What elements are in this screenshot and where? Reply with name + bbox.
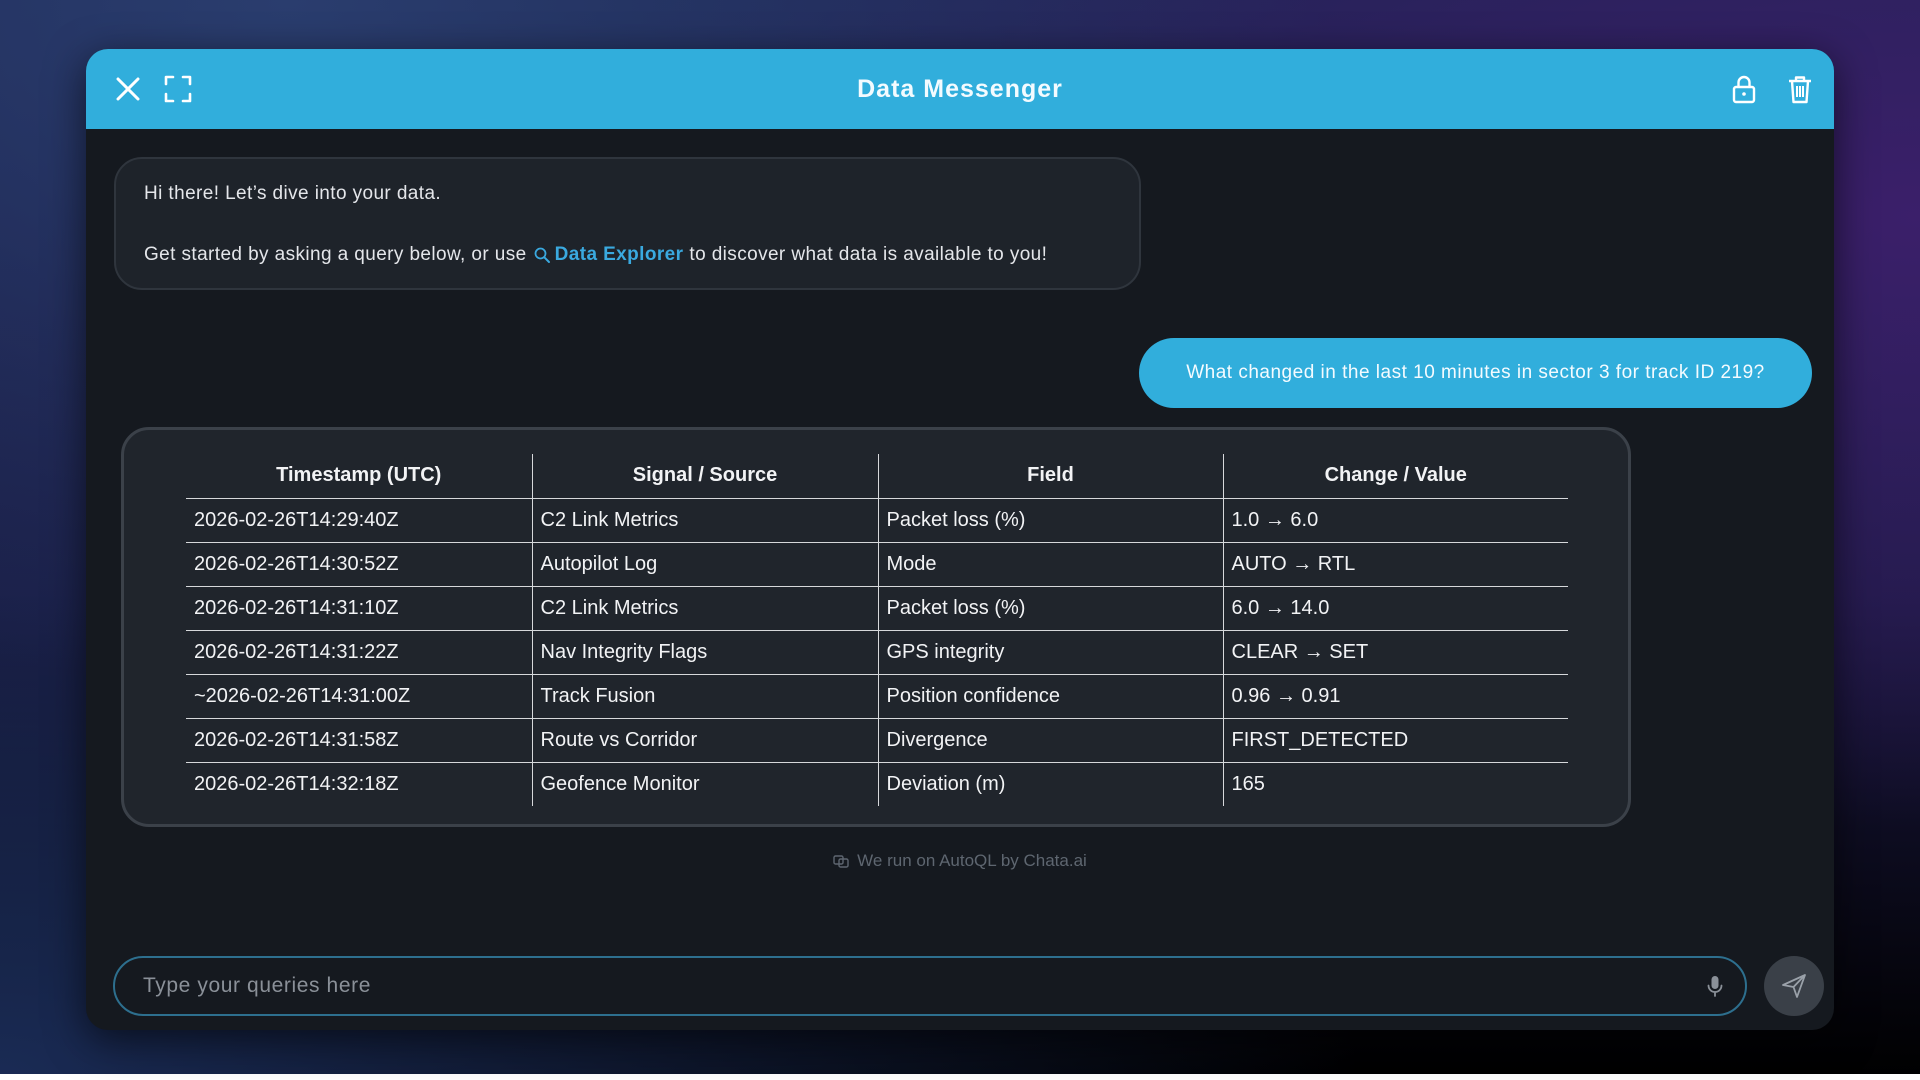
- cell-signal-source: C2 Link Metrics: [531, 586, 878, 631]
- powered-by-text: We run on AutoQL by Chata.ai: [857, 851, 1087, 870]
- cell-timestamp: 2026-02-26T14:31:58Z: [186, 718, 532, 763]
- column-header-timestamp[interactable]: Timestamp (UTC): [186, 454, 532, 499]
- cell-change-value: AUTO → RTL: [1222, 542, 1568, 587]
- welcome-instructions: Get started by asking a query below, or …: [144, 244, 1111, 266]
- user-query-message: What changed in the last 10 minutes in s…: [1139, 338, 1812, 408]
- welcome-prefix-text: Get started by asking a query below, or …: [144, 244, 527, 265]
- response-table-card: Timestamp (UTC) Signal / Source Field Ch…: [121, 427, 1631, 827]
- fullscreen-button[interactable]: [158, 69, 198, 109]
- cell-change-value: 165: [1222, 762, 1568, 806]
- query-input[interactable]: [115, 958, 1685, 1014]
- lock-icon: [1732, 75, 1756, 104]
- lock-button[interactable]: [1724, 69, 1764, 109]
- autoql-logo-icon: [833, 855, 849, 868]
- cell-field: Packet loss (%): [877, 498, 1223, 543]
- cell-timestamp: 2026-02-26T14:29:40Z: [186, 498, 532, 543]
- powered-by-footer: We run on AutoQL by Chata.ai: [86, 851, 1834, 871]
- table-row: ~2026-02-26T14:31:00Z Track Fusion Posit…: [186, 674, 1568, 719]
- data-explorer-link[interactable]: Data Explorer: [533, 244, 684, 266]
- trash-icon: [1789, 76, 1811, 104]
- cell-change-value: 0.96 → 0.91: [1222, 674, 1568, 719]
- cell-signal-source: Route vs Corridor: [531, 718, 878, 763]
- data-explorer-label: Data Explorer: [554, 244, 684, 265]
- cell-timestamp: 2026-02-26T14:30:52Z: [186, 542, 532, 587]
- table-row: 2026-02-26T14:30:52Z Autopilot Log Mode …: [186, 542, 1568, 587]
- cell-signal-source: Autopilot Log: [531, 542, 878, 587]
- cell-signal-source: Nav Integrity Flags: [531, 630, 878, 675]
- cell-change-value: 6.0 → 14.0: [1222, 586, 1568, 631]
- cell-timestamp: 2026-02-26T14:31:10Z: [186, 586, 532, 631]
- bottom-edge-strip: [0, 1074, 1920, 1080]
- search-icon: [534, 247, 550, 263]
- table-row: 2026-02-26T14:32:18Z Geofence Monitor De…: [186, 762, 1568, 806]
- send-icon: [1782, 974, 1806, 998]
- microphone-icon: [1707, 976, 1723, 997]
- window-title: Data Messenger: [857, 74, 1063, 103]
- send-button[interactable]: [1764, 956, 1824, 1016]
- table-row: 2026-02-26T14:29:40Z C2 Link Metrics Pac…: [186, 498, 1568, 543]
- table-row: 2026-02-26T14:31:58Z Route vs Corridor D…: [186, 718, 1568, 763]
- title-bar: Data Messenger: [86, 49, 1834, 129]
- column-header-signal-source[interactable]: Signal / Source: [531, 454, 878, 499]
- changes-table: Timestamp (UTC) Signal / Source Field Ch…: [186, 454, 1568, 806]
- table-header-row: Timestamp (UTC) Signal / Source Field Ch…: [186, 454, 1568, 499]
- user-query-text: What changed in the last 10 minutes in s…: [1186, 362, 1765, 383]
- welcome-greeting: Hi there! Let’s dive into your data.: [144, 183, 442, 204]
- cell-timestamp: 2026-02-26T14:32:18Z: [194, 772, 399, 795]
- cell-change-value: 1.0 → 6.0: [1222, 498, 1568, 543]
- cell-signal-source: C2 Link Metrics: [531, 498, 878, 543]
- cell-signal-source: Track Fusion: [531, 674, 878, 719]
- cell-field: Mode: [877, 542, 1223, 587]
- cell-timestamp: 2026-02-26T14:31:22Z: [186, 630, 532, 675]
- close-button[interactable]: [108, 69, 148, 109]
- welcome-suffix-text: to discover what data is available to yo…: [689, 244, 1048, 265]
- close-icon: [116, 77, 140, 101]
- data-messenger-window: Data Messenger Hi there! Let’s dive into…: [86, 49, 1834, 1030]
- cell-signal-source: Geofence Monitor: [531, 762, 878, 806]
- cell-field: Divergence: [877, 718, 1223, 763]
- clear-chat-button[interactable]: [1780, 69, 1820, 109]
- table-row: 2026-02-26T14:31:10Z C2 Link Metrics Pac…: [186, 586, 1568, 631]
- cell-change-value: FIRST_DETECTED: [1222, 718, 1568, 763]
- column-header-field[interactable]: Field: [877, 454, 1223, 499]
- fullscreen-icon: [164, 75, 192, 103]
- column-header-change-value[interactable]: Change / Value: [1222, 454, 1568, 499]
- cell-timestamp: ~2026-02-26T14:31:00Z: [186, 674, 532, 719]
- cell-field: GPS integrity: [877, 630, 1223, 675]
- cell-change-value: CLEAR → SET: [1222, 630, 1568, 675]
- bot-welcome-message: Hi there! Let’s dive into your data. Get…: [114, 157, 1141, 290]
- cell-field: Position confidence: [877, 674, 1223, 719]
- table-row: 2026-02-26T14:31:22Z Nav Integrity Flags…: [186, 630, 1568, 675]
- cell-field: Packet loss (%): [877, 586, 1223, 631]
- query-input-container: [113, 956, 1747, 1016]
- cell-field: Deviation (m): [877, 762, 1223, 806]
- voice-input-button[interactable]: [1685, 956, 1745, 1016]
